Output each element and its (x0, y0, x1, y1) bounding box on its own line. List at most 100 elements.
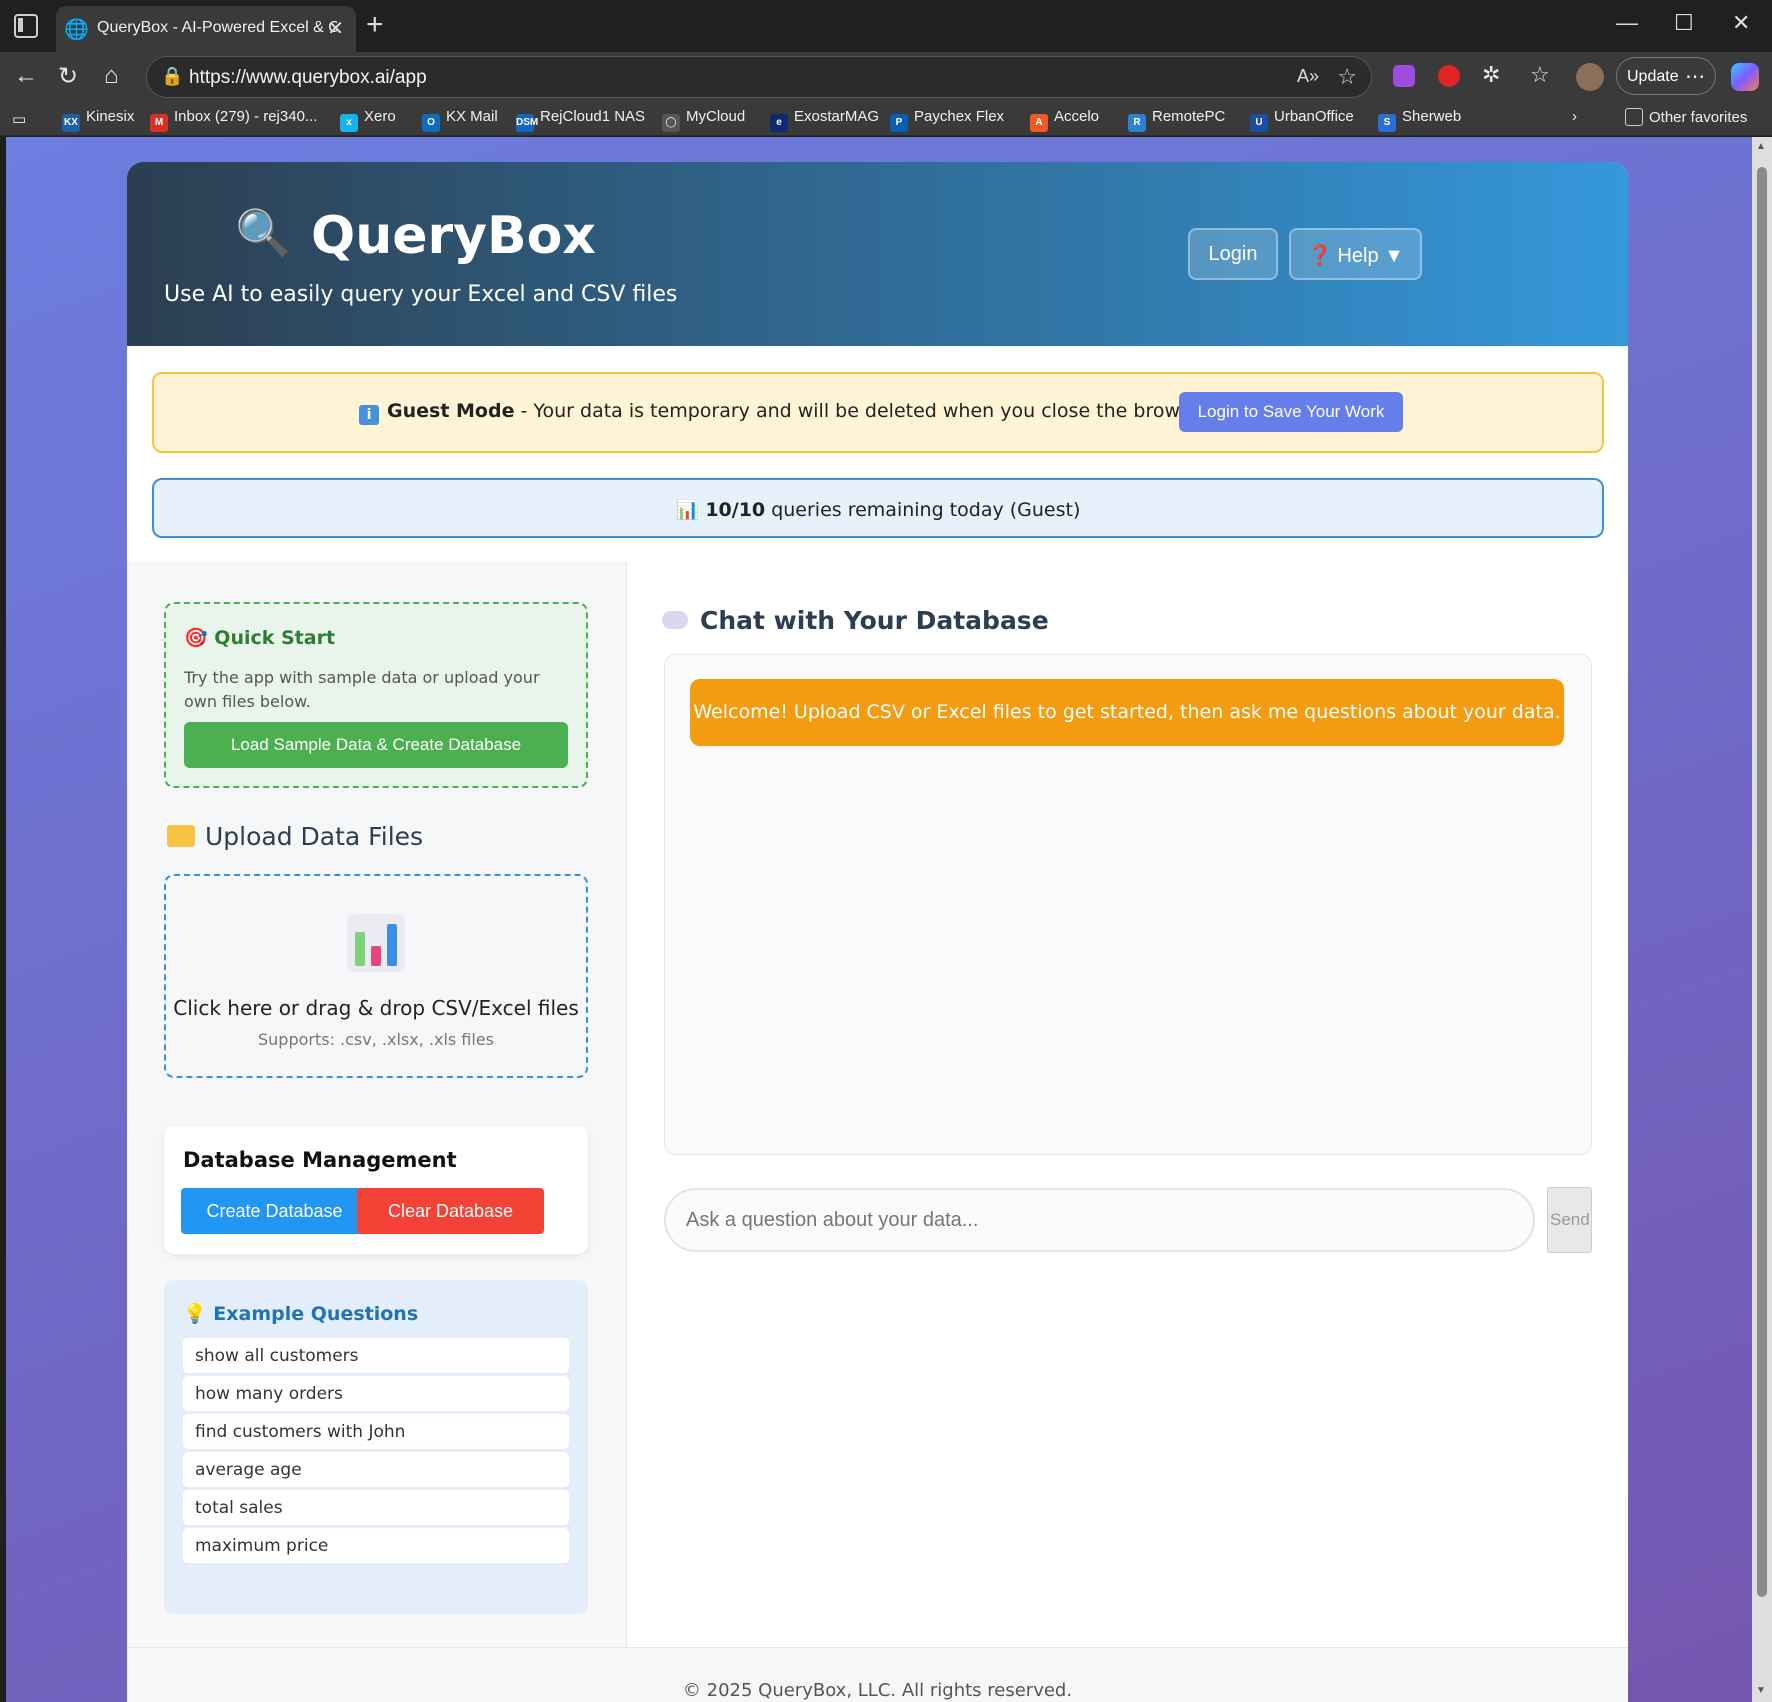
browser-tab[interactable]: 🌐 QueryBox - AI-Powered Excel & C ✕ (56, 6, 356, 52)
maximize-icon[interactable]: ☐ (1674, 10, 1694, 36)
tab-close-icon[interactable]: ✕ (327, 16, 344, 41)
chat-messages-area: Welcome! Upload CSV or Excel files to ge… (664, 654, 1592, 1155)
bookmark-item[interactable]: M Inbox (279) - rej340... (150, 108, 317, 132)
window-close-icon[interactable]: ✕ (1732, 10, 1750, 36)
welcome-message: Welcome! Upload CSV or Excel files to ge… (690, 679, 1564, 746)
quota-message: 📊 10/10 queries remaining today (Guest) (154, 498, 1602, 521)
tab-title: QueryBox - AI-Powered Excel & C (97, 19, 337, 36)
chat-question-input[interactable] (664, 1188, 1535, 1252)
address-toolbar: ← ↻ ⌂ 🔒 https://www.querybox.ai/app A» ☆… (0, 52, 1772, 102)
bookmark-item[interactable]: U UrbanOffice (1250, 108, 1354, 132)
guest-mode-banner: i Guest Mode - Your data is temporary and… (152, 372, 1604, 453)
scroll-up-icon[interactable]: ▲ (1756, 141, 1766, 152)
extensions-puzzle-icon[interactable]: ✲ (1482, 62, 1500, 88)
other-favorites[interactable]: Other favorites (1625, 108, 1747, 126)
example-question-text: maximum price (195, 1536, 329, 1556)
bookmark-favicon-icon: U (1250, 114, 1268, 132)
lightbulb-icon: 💡 (183, 1303, 207, 1325)
file-dropzone[interactable]: Click here or drag & drop CSV/Excel file… (164, 874, 588, 1078)
quota-count: 10/10 (705, 499, 766, 521)
bookmark-item[interactable]: DSM RejCloud1 NAS (516, 108, 645, 132)
folder-icon (167, 825, 195, 847)
bookmark-favicon-icon: e (770, 114, 788, 132)
refresh-icon[interactable]: ↻ (58, 62, 78, 91)
bookmark-label: Sherweb (1402, 108, 1462, 125)
send-label: Send (1550, 1210, 1590, 1229)
bookmark-item[interactable]: e ExostarMAG (770, 108, 879, 132)
site-info-icon[interactable]: 🔒 (161, 66, 183, 87)
scrollbar-thumb[interactable] (1757, 167, 1767, 1597)
clear-database-label: Clear Database (387, 1201, 514, 1221)
guest-mode-label: Guest Mode (387, 400, 515, 422)
example-question[interactable]: maximum price (183, 1528, 569, 1563)
example-question[interactable]: average age (183, 1452, 569, 1487)
login-button[interactable]: Login (1188, 228, 1278, 280)
copilot-icon[interactable] (1731, 63, 1759, 91)
adblock-extension-icon[interactable] (1438, 65, 1460, 87)
bookmark-item[interactable]: x Xero (340, 108, 396, 132)
example-question-text: total sales (195, 1498, 283, 1518)
guest-message: i Guest Mode - Your data is temporary and… (359, 400, 1214, 425)
tab-actions-icon[interactable] (14, 14, 38, 38)
scroll-down-icon[interactable]: ▼ (1756, 1685, 1766, 1696)
read-aloud-icon[interactable]: A» (1297, 66, 1319, 87)
bookmark-item[interactable]: KX Kinesix (62, 108, 134, 132)
create-database-label: Create Database (206, 1201, 343, 1221)
example-question-text: average age (195, 1460, 302, 1480)
bookmark-item[interactable]: O KX Mail (422, 108, 498, 132)
bookmark-item[interactable]: S Sherweb (1378, 108, 1461, 132)
extension-icon[interactable] (1393, 65, 1415, 87)
bookmark-label: Xero (364, 108, 396, 125)
quick-start-panel: 🎯 Quick Start Try the app with sample da… (164, 602, 588, 788)
bookmark-favicon-icon: x (340, 114, 358, 132)
bookmark-label: Accelo (1054, 108, 1100, 125)
example-question[interactable]: total sales (183, 1490, 569, 1525)
bookmark-item[interactable]: R RemotePC (1128, 108, 1225, 132)
app-title: QueryBox (311, 206, 596, 266)
target-icon: 🎯 (184, 627, 208, 649)
home-icon[interactable]: ⌂ (104, 62, 119, 90)
bookmarks-bar: ▭ KX Kinesix M Inbox (279) - rej340... x Xero… (0, 102, 1772, 136)
new-tab-icon[interactable]: + (366, 8, 384, 42)
minimize-icon[interactable]: — (1616, 10, 1638, 36)
bookmark-item[interactable]: A Accelo (1030, 108, 1099, 132)
page-scrollbar[interactable]: ▲ ▼ (1752, 137, 1772, 1702)
url-bar[interactable]: 🔒 https://www.querybox.ai/app A» ☆ (146, 56, 1372, 98)
example-question[interactable]: show all customers (183, 1338, 569, 1373)
quick-start-title: 🎯 Quick Start (184, 626, 335, 649)
dropzone-text: Click here or drag & drop CSV/Excel file… (173, 996, 579, 1020)
favorites-icon[interactable]: ☆ (1530, 62, 1550, 88)
sidebar: 🎯 Quick Start Try the app with sample da… (127, 562, 627, 1647)
help-button[interactable]: ❓ Help ▼ (1289, 228, 1422, 280)
bookmark-favicon-icon: P (890, 114, 908, 132)
example-question-text: how many orders (195, 1384, 343, 1404)
clear-database-button[interactable]: Clear Database (357, 1188, 544, 1234)
example-question[interactable]: find customers with John (183, 1414, 569, 1449)
create-database-button[interactable]: Create Database (181, 1188, 368, 1234)
info-icon: i (359, 405, 379, 425)
profile-avatar[interactable] (1576, 63, 1604, 91)
upload-section-title: Upload Data Files (167, 822, 423, 851)
load-sample-data-button[interactable]: Load Sample Data & Create Database (184, 722, 568, 768)
bookmark-favicon-icon: S (1378, 114, 1396, 132)
bookmarks-menu-icon[interactable]: ▭ (12, 110, 26, 128)
spreadsheet-chart-icon (347, 914, 405, 972)
update-button[interactable]: Update ⋯ (1616, 57, 1716, 95)
page-viewport: 🔍 QueryBox Use AI to easily query your E… (6, 137, 1752, 1702)
bookmark-label: Kinesix (86, 108, 135, 125)
more-menu-icon[interactable]: ⋯ (1685, 64, 1705, 89)
bookmark-favicon-icon: A (1030, 114, 1048, 132)
favorite-star-icon[interactable]: ☆ (1337, 64, 1357, 90)
bookmark-favicon-icon: M (150, 114, 168, 132)
bookmark-item[interactable]: ◯ MyCloud (662, 108, 745, 132)
load-sample-data-label: Load Sample Data & Create Database (230, 735, 522, 754)
login-label: Login (1208, 243, 1258, 265)
bookmark-item[interactable]: P Paychex Flex (890, 108, 1004, 132)
example-question[interactable]: how many orders (183, 1376, 569, 1411)
help-label: ❓ Help ▼ (1307, 245, 1404, 267)
back-icon[interactable]: ← (14, 62, 38, 90)
more-bookmarks-icon[interactable]: › (1572, 108, 1577, 125)
send-button[interactable]: Send (1547, 1187, 1592, 1253)
login-to-save-button[interactable]: Login to Save Your Work (1179, 392, 1403, 432)
bookmark-label: ExostarMAG (794, 108, 880, 125)
